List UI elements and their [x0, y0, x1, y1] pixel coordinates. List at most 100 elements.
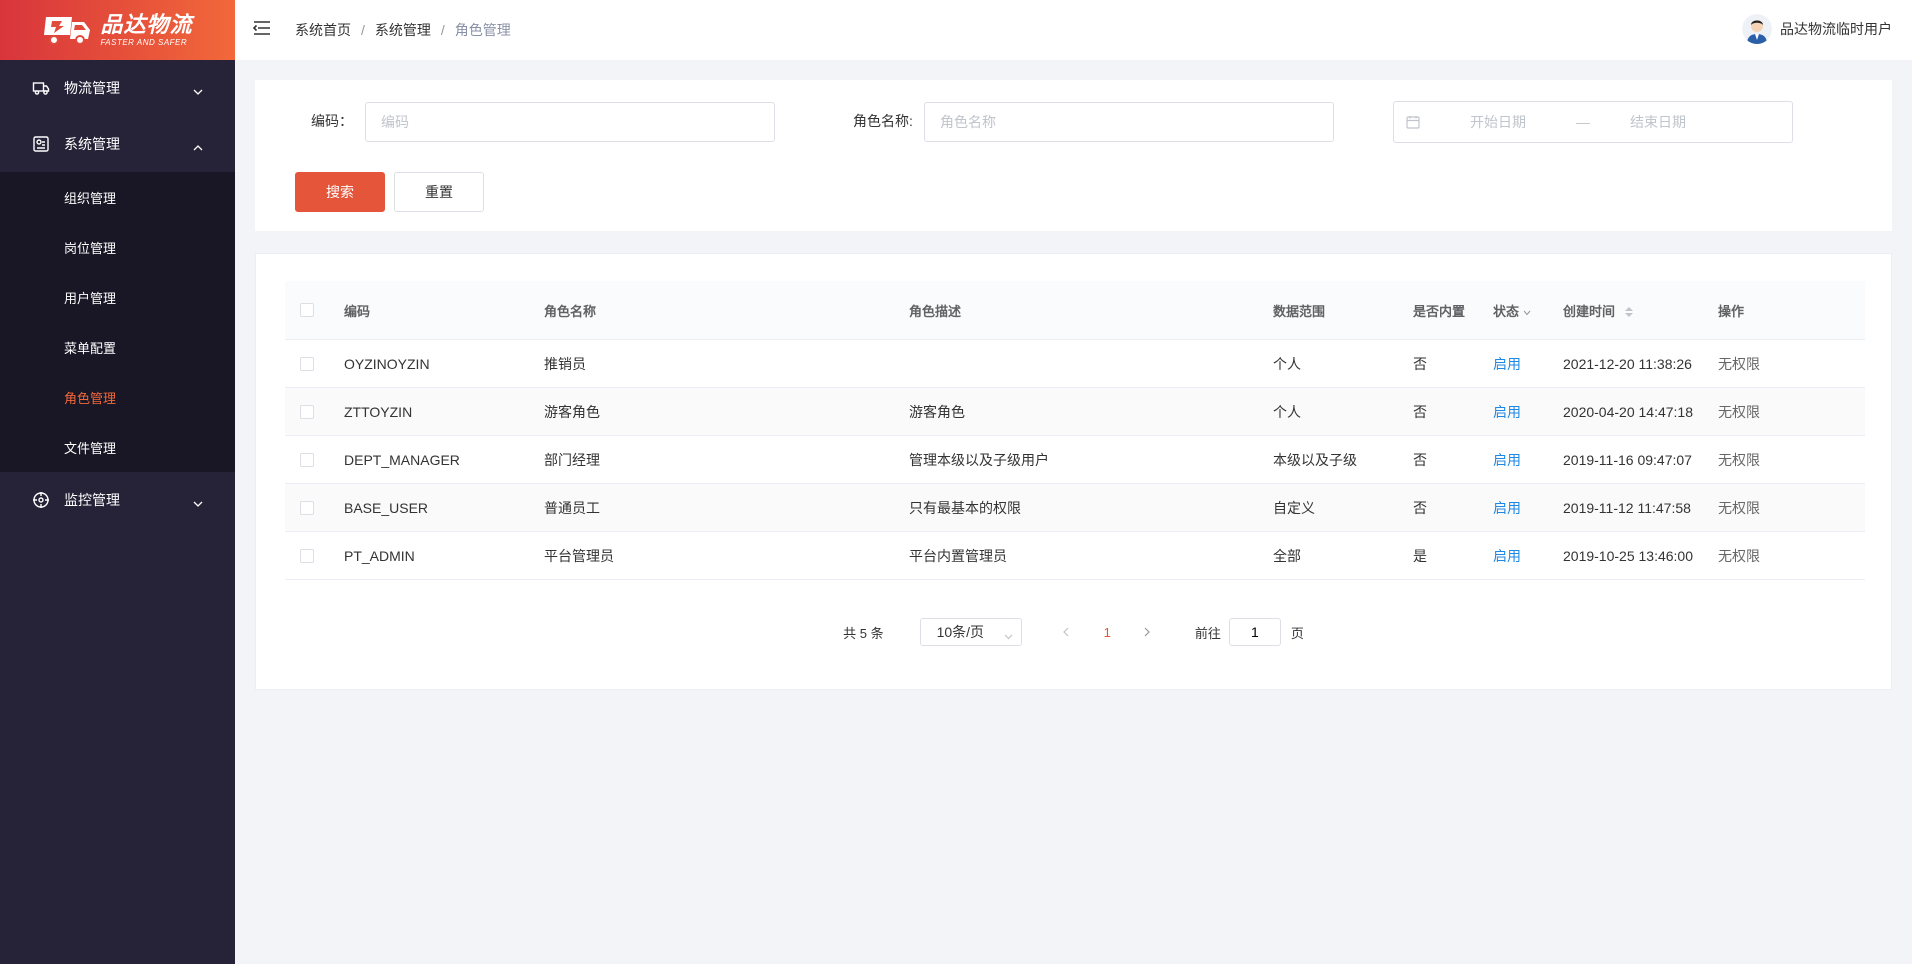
collapse-menu-icon[interactable] — [253, 20, 273, 40]
sidebar-item-files[interactable]: 文件管理 — [0, 422, 235, 472]
cell-code: OYZINOYZIN — [344, 355, 430, 372]
cell-builtin: 是 — [1413, 547, 1427, 564]
goto-label: 前往 — [1194, 625, 1221, 641]
goto-suffix: 页 — [1290, 625, 1304, 641]
menu-label: 监控管理 — [64, 492, 120, 508]
cell-scope: 自定义 — [1273, 499, 1315, 516]
chevron-down-icon — [193, 494, 203, 510]
code-input[interactable] — [365, 102, 775, 142]
role-name-input[interactable] — [924, 102, 1334, 142]
cell-status[interactable]: 启用 — [1493, 450, 1563, 470]
row-checkbox[interactable] — [300, 548, 314, 563]
cell-status[interactable]: 启用 — [1493, 498, 1563, 518]
table-row: PT_ADMIN 平台管理员 平台内置管理员 全部 是 启用 2019-10-25 13:4… — [285, 532, 1865, 580]
menu-monitor[interactable]: 监控管理 — [0, 472, 235, 528]
header-desc: 角色描述 — [909, 303, 962, 319]
user-name: 品达物流临时用户 — [1780, 21, 1892, 37]
roles-table: 编码 角色名称 角色描述 数据范围 是否内置 状态 创建时间 操作 OYZINO… — [285, 281, 1865, 580]
row-checkbox[interactable] — [300, 500, 314, 515]
calendar-icon — [1406, 115, 1420, 129]
search-panel: 编码： 角色名称: 开始日期 — 结束日期 搜索 重置 — [255, 80, 1892, 231]
reset-button[interactable]: 重置 — [394, 172, 484, 212]
header-builtin: 是否内置 — [1413, 303, 1466, 319]
cell-name: 推销员 — [544, 355, 586, 372]
sidebar-item-users[interactable]: 用户管理 — [0, 272, 235, 322]
cell-status[interactable]: 启用 — [1493, 402, 1563, 422]
table-body: OYZINOYZIN 推销员 个人否启用 2021-12-20 11:38:26 无权限… — [285, 340, 1865, 580]
prev-page-icon[interactable] — [1062, 627, 1074, 637]
truck-icon — [32, 79, 50, 97]
cell-name: 平台管理员 — [544, 547, 614, 564]
header-scope: 数据范围 — [1273, 303, 1326, 319]
breadcrumb-current: 角色管理 — [454, 22, 511, 38]
breadcrumb-system[interactable]: 系统管理 — [375, 20, 431, 40]
sidebar-item-post[interactable]: 岗位管理 — [0, 222, 235, 272]
user-menu[interactable]: 品达物流临时用户 — [1742, 14, 1892, 44]
breadcrumb: 系统首页 / 系统管理 / 角色管理 — [295, 20, 511, 40]
cell-desc: 游客角色 — [909, 403, 965, 420]
settings-doc-icon — [32, 135, 50, 153]
sidebar-item-org[interactable]: 组织管理 — [0, 172, 235, 222]
filter-chevron-icon[interactable] — [1523, 304, 1531, 319]
total-count: 共 5 条 — [843, 625, 884, 641]
cell-time: 2020-04-20 14:47:18 — [1563, 403, 1693, 420]
next-page-icon[interactable] — [1143, 627, 1155, 637]
search-button[interactable]: 搜索 — [295, 172, 385, 212]
date-range-separator: — — [1576, 114, 1590, 130]
header-status-label: 状态 — [1493, 303, 1520, 319]
cell-time: 2019-10-25 13:46:00 — [1563, 547, 1693, 564]
menu-label: 系统管理 — [64, 136, 120, 152]
breadcrumb-separator: / — [361, 22, 365, 38]
date-start-placeholder[interactable]: 开始日期 — [1470, 112, 1526, 132]
goto-page-input[interactable] — [1228, 618, 1281, 646]
table-row: BASE_USER 普通员工 只有最基本的权限 自定义 否 启用 2019-11-12 11… — [285, 484, 1865, 532]
header-time[interactable]: 创建时间 — [1563, 301, 1718, 320]
top-header: 系统首页 / 系统管理 / 角色管理 品达物流临时用户 — [235, 0, 1912, 60]
page-number[interactable]: 1 — [1104, 625, 1111, 640]
cell-desc: 管理本级以及子级用户 — [909, 451, 1049, 468]
table-panel: 编码 角色名称 角色描述 数据范围 是否内置 状态 创建时间 操作 OYZINO… — [255, 253, 1892, 690]
cell-desc: 平台内置管理员 — [909, 547, 1007, 564]
brand-slogan: FASTER AND SAFER — [100, 37, 188, 47]
avatar — [1742, 14, 1772, 44]
row-checkbox[interactable] — [300, 404, 314, 419]
header-op: 操作 — [1718, 303, 1745, 319]
cell-op: 无权限 — [1718, 547, 1760, 564]
menu-logistics[interactable]: 物流管理 — [0, 60, 235, 116]
cell-code: ZTTOYZIN — [344, 403, 413, 420]
table-row: ZTTOYZIN 游客角色 游客角色 个人 否 启用 2020-04-20 14:47:18… — [285, 388, 1865, 436]
menu-group-monitor: 监控管理 — [0, 472, 235, 528]
truck-logo-icon — [42, 13, 92, 47]
page-size-select[interactable]: 10条/页 — [919, 618, 1022, 646]
breadcrumb-home[interactable]: 系统首页 — [295, 20, 351, 40]
role-name-label: 角色名称: — [853, 113, 913, 129]
select-all-checkbox[interactable] — [300, 303, 314, 317]
cell-scope: 本级以及子级 — [1273, 451, 1357, 468]
cell-name: 游客角色 — [544, 403, 600, 420]
cell-status[interactable]: 启用 — [1493, 546, 1563, 566]
crosshair-icon — [32, 491, 50, 509]
cell-op: 无权限 — [1718, 499, 1760, 516]
cell-builtin: 否 — [1413, 403, 1427, 420]
menu-label: 物流管理 — [64, 80, 120, 96]
chevron-down-icon — [1004, 627, 1013, 643]
sidebar-item-roles[interactable]: 角色管理 — [0, 372, 235, 422]
cell-builtin: 否 — [1413, 451, 1427, 468]
row-checkbox[interactable] — [300, 356, 314, 371]
chevron-up-icon — [193, 138, 203, 154]
brand-logo[interactable]: 品达物流 FASTER AND SAFER — [0, 0, 235, 60]
code-label: 编码： — [311, 113, 353, 129]
pagination: 共 5 条 10条/页 1 前往 页 — [256, 617, 1891, 647]
header-status[interactable]: 状态 — [1493, 301, 1563, 320]
header-name: 角色名称 — [544, 303, 597, 319]
cell-status[interactable]: 启用 — [1493, 354, 1563, 374]
table-header-row: 编码 角色名称 角色描述 数据范围 是否内置 状态 创建时间 操作 — [285, 281, 1865, 340]
sidebar-item-menu-config[interactable]: 菜单配置 — [0, 322, 235, 372]
row-checkbox[interactable] — [300, 452, 314, 467]
menu-system[interactable]: 系统管理 — [0, 116, 235, 172]
date-end-placeholder[interactable]: 结束日期 — [1630, 112, 1686, 132]
sort-caret-icon[interactable] — [1624, 307, 1633, 318]
date-range-picker[interactable]: 开始日期 — 结束日期 — [1393, 101, 1793, 143]
cell-scope: 个人 — [1273, 403, 1301, 420]
cell-time: 2019-11-12 11:47:58 — [1563, 499, 1691, 516]
